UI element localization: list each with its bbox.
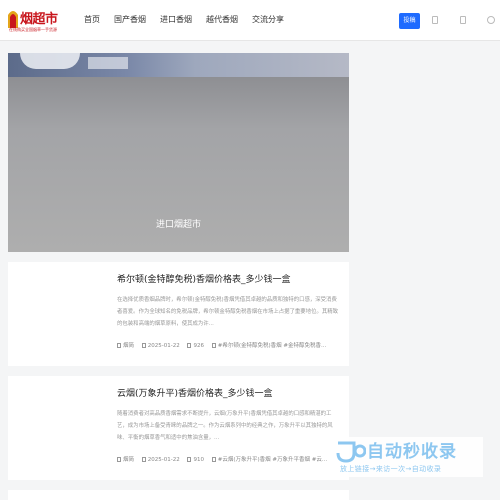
tag-icon	[211, 343, 216, 348]
clock-icon	[141, 457, 146, 462]
hero-banner[interactable]: 进口烟超市	[8, 53, 349, 252]
article-views: 926	[193, 343, 204, 349]
nav-item-home[interactable]: 首页	[84, 0, 100, 40]
post-button[interactable]: 投稿	[399, 13, 420, 29]
eye-icon	[187, 457, 192, 462]
article-excerpt: 在选择优质香烟品牌时，希尔顿(金特醇免税)香烟凭借其卓越的品质和独特的口感，深受…	[117, 297, 339, 327]
article-author[interactable]: 烟简	[123, 343, 134, 349]
watermark-badge[interactable]: 自动秒收录 放上链接→来访一次→自动收录	[333, 437, 483, 477]
mobile-icon[interactable]	[460, 16, 466, 24]
clock-icon	[141, 343, 146, 348]
article-title[interactable]: 云烟(万象升平)香烟价格表_多少钱一盒	[117, 386, 345, 399]
top-navbar: 烟超市 在线购买全国烟草一手货源 首页 国产香烟 进口香烟 越代香烟 交流分享 …	[0, 0, 500, 41]
article-author[interactable]: 烟简	[123, 457, 134, 463]
article-meta: 烟简 2025-01-22 910 #云烟(万象升平)香烟 #万象升平香烟 #云…	[117, 455, 347, 465]
article-card: 云烟(万象升平)香烟价格表_多少钱一盒 随着消费者对高品质香烟需求不断提升，云烟…	[8, 376, 349, 480]
article-date: 2025-01-22	[147, 457, 180, 463]
article-date: 2025-01-22	[147, 343, 180, 349]
article-card	[8, 490, 349, 500]
watermark-subtitle: 放上链接→来访一次→自动收录	[340, 465, 442, 473]
article-excerpt: 随着消费者对高品质香烟需求不断提升，云烟(万象升平)香烟凭借其卓越的口感和精湛的…	[117, 411, 333, 441]
nav-item-share[interactable]: 交流分享	[252, 0, 284, 40]
article-thumbnail[interactable]	[8, 376, 110, 480]
banner-image	[8, 53, 349, 77]
article-tags[interactable]: #云烟(万象升平)香烟 #万象升平香烟 #云...	[218, 457, 327, 463]
nav-item-domestic[interactable]: 国产香烟	[114, 0, 146, 40]
article-card: 希尔顿(金特醇免税)香烟价格表_多少钱一盒 在选择优质香烟品牌时，希尔顿(金特醇…	[8, 262, 349, 366]
nav-item-vietnam[interactable]: 越代香烟	[206, 0, 238, 40]
logo-text: 烟超市	[20, 12, 58, 27]
search-icon[interactable]	[487, 16, 495, 24]
tag-icon	[211, 457, 216, 462]
banner-caption[interactable]: 进口烟超市	[8, 217, 349, 230]
article-title[interactable]: 希尔顿(金特醇免税)香烟价格表_多少钱一盒	[117, 272, 345, 285]
nav-item-imported[interactable]: 进口香烟	[160, 0, 192, 40]
logo-tagline: 在线购买全国烟草一手货源	[9, 27, 57, 32]
article-tags[interactable]: #希尔顿(金特醇免税)香烟 #金特醇免税香...	[218, 343, 327, 349]
eye-icon	[187, 343, 192, 348]
user-icon	[117, 457, 121, 462]
logo-emblem-icon	[8, 11, 18, 28]
article-views: 910	[193, 457, 204, 463]
user-icon	[117, 343, 121, 348]
main-nav: 首页 国产香烟 进口香烟 越代香烟 交流分享	[84, 0, 298, 40]
article-thumbnail[interactable]	[8, 262, 110, 366]
edit-icon[interactable]	[432, 16, 438, 24]
watermark-title: 自动秒收录	[367, 442, 457, 462]
article-meta: 烟简 2025-01-22 926 #希尔顿(金特醇免税)香烟 #金特醇免税香.…	[117, 341, 347, 351]
watermark-logo-icon	[336, 441, 366, 463]
site-logo[interactable]: 烟超市 在线购买全国烟草一手货源	[7, 5, 59, 35]
